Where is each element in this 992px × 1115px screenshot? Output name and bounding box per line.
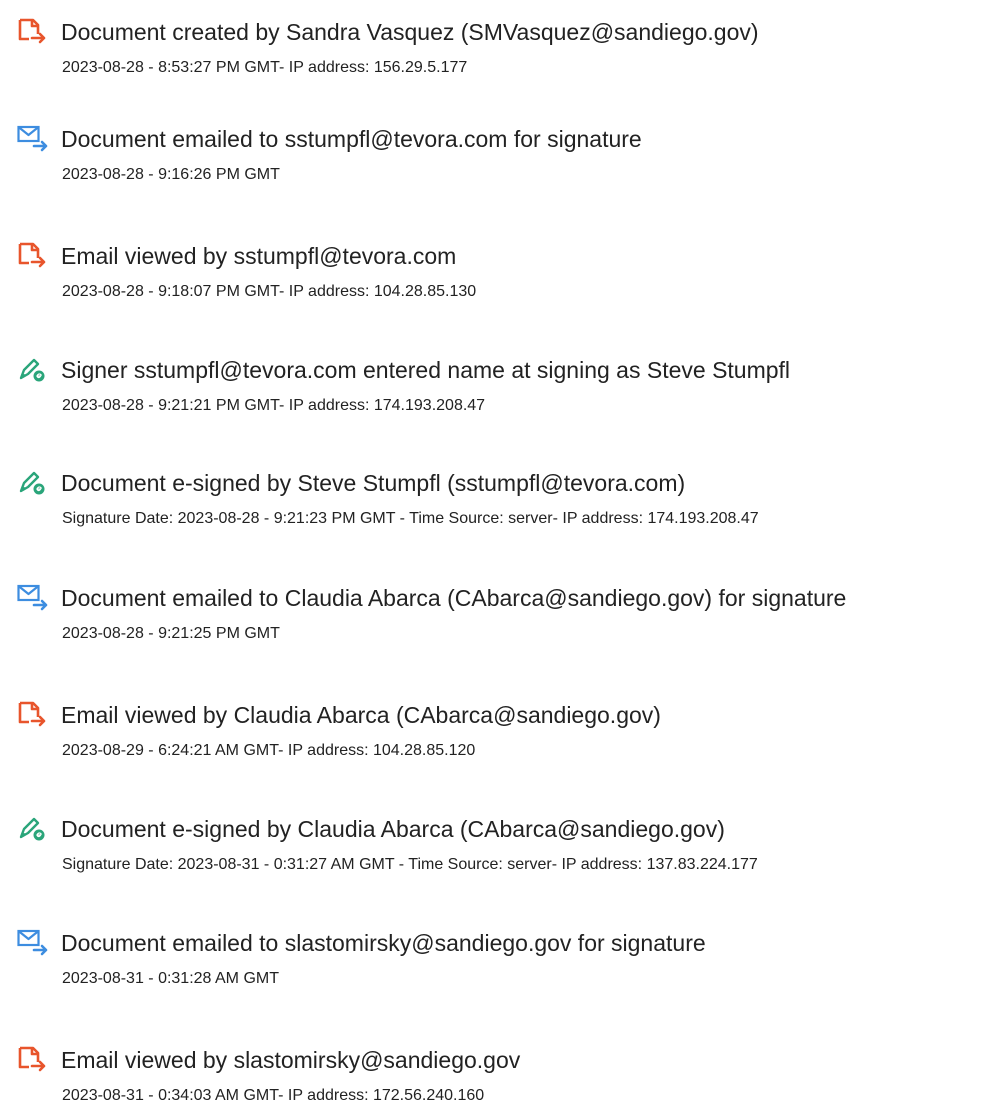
event-title: Email viewed by sstumpfl@tevora.com: [61, 243, 457, 269]
event-timestamp: 2023-08-28 - 9:18:07 PM GMT- IP address:…: [62, 283, 477, 300]
document-created-icon: [17, 17, 51, 47]
event-title: Document created by Sandra Vasquez (SMVa…: [61, 19, 759, 45]
esign-pen-icon: [17, 355, 51, 385]
audit-event: Document emailed to slastomirsky@sandieg…: [0, 928, 992, 998]
audit-event: Document emailed to Claudia Abarca (CAba…: [0, 583, 992, 653]
event-title: Document e-signed by Claudia Abarca (CAb…: [61, 816, 725, 842]
document-viewed-icon: [17, 700, 51, 730]
event-timestamp: 2023-08-31 - 0:34:03 AM GMT- IP address:…: [62, 1087, 485, 1104]
event-timestamp: 2023-08-28 - 8:53:27 PM GMT- IP address:…: [62, 59, 468, 76]
event-title: Document e-signed by Steve Stumpfl (sstu…: [61, 470, 686, 496]
event-timestamp: 2023-08-28 - 9:21:25 PM GMT: [62, 625, 280, 642]
esign-pen-icon: [17, 468, 51, 498]
event-title: Signer sstumpfl@tevora.com entered name …: [61, 357, 791, 383]
esign-pen-icon: [17, 814, 51, 844]
audit-event: Email viewed by slastomirsky@sandiego.go…: [0, 1045, 992, 1115]
email-sent-icon: [17, 583, 51, 613]
event-timestamp: 2023-08-28 - 9:21:21 PM GMT- IP address:…: [62, 397, 486, 414]
event-timestamp: Signature Date: 2023-08-28 - 9:21:23 PM …: [62, 510, 759, 527]
event-timestamp: 2023-08-28 - 9:16:26 PM GMT: [62, 166, 280, 183]
email-sent-icon: [17, 124, 51, 154]
audit-event: Email viewed by sstumpfl@tevora.com 2023…: [0, 241, 992, 311]
event-timestamp: 2023-08-31 - 0:31:28 AM GMT: [62, 970, 279, 987]
document-viewed-icon: [17, 1045, 51, 1075]
event-title: Email viewed by slastomirsky@sandiego.go…: [61, 1047, 521, 1073]
event-title: Document emailed to sstumpfl@tevora.com …: [61, 126, 642, 152]
audit-trail-list: Document created by Sandra Vasquez (SMVa…: [0, 0, 992, 1107]
audit-event: Email viewed by Claudia Abarca (CAbarca@…: [0, 700, 992, 770]
event-timestamp: Signature Date: 2023-08-31 - 0:31:27 AM …: [62, 856, 758, 873]
audit-event: Document created by Sandra Vasquez (SMVa…: [0, 17, 992, 87]
audit-event: Document e-signed by Claudia Abarca (CAb…: [0, 814, 992, 884]
email-sent-icon: [17, 928, 51, 958]
event-timestamp: 2023-08-29 - 6:24:21 AM GMT- IP address:…: [62, 742, 476, 759]
document-viewed-icon: [17, 241, 51, 271]
event-title: Document emailed to slastomirsky@sandieg…: [61, 930, 706, 956]
event-title: Document emailed to Claudia Abarca (CAba…: [61, 585, 847, 611]
audit-event: Document e-signed by Steve Stumpfl (sstu…: [0, 468, 992, 538]
audit-event: Signer sstumpfl@tevora.com entered name …: [0, 355, 992, 425]
audit-event: Document emailed to sstumpfl@tevora.com …: [0, 124, 992, 194]
event-title: Email viewed by Claudia Abarca (CAbarca@…: [61, 702, 661, 728]
